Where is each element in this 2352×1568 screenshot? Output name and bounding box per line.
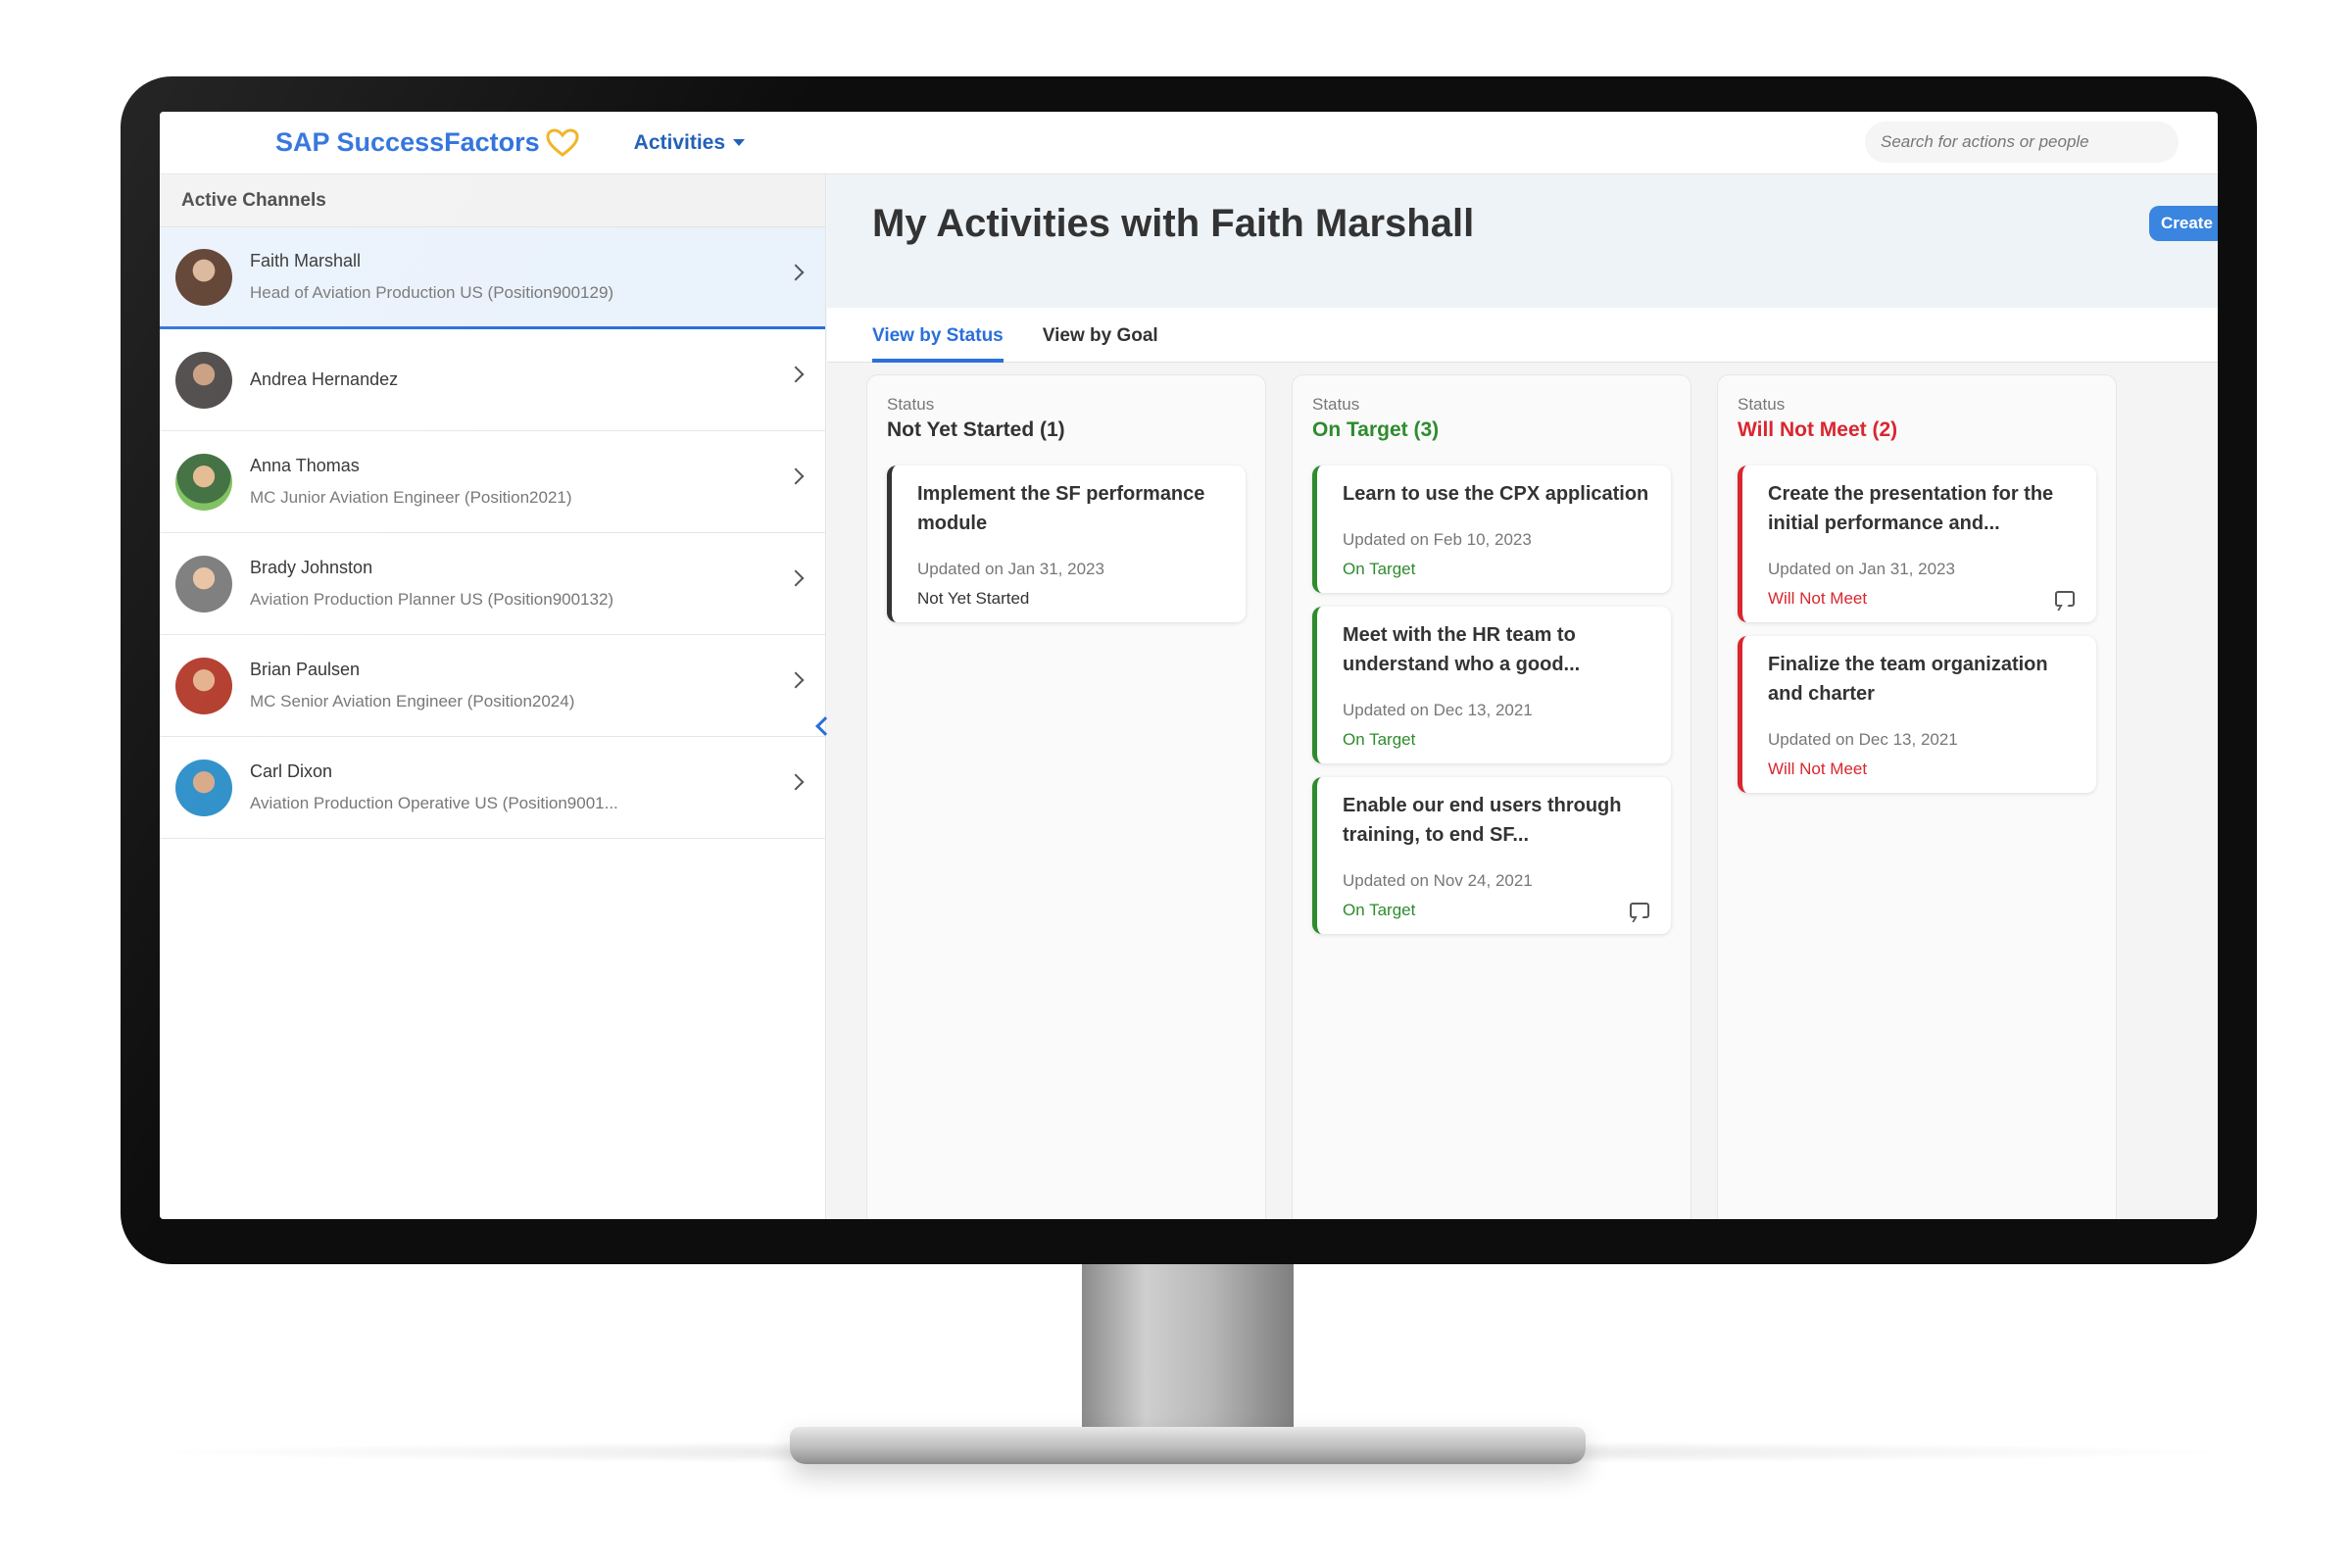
channel-item-faith-marshall[interactable]: Faith Marshall Head of Aviation Producti… <box>160 227 825 329</box>
activity-card[interactable]: Meet with the HR team to understand who … <box>1312 607 1671 763</box>
card-status: On Target <box>1343 560 1416 578</box>
channel-item-anna-thomas[interactable]: Anna Thomas MC Junior Aviation Engineer … <box>160 431 825 533</box>
title-bar: My Activities with Faith Marshall Create <box>827 174 2218 308</box>
activity-card[interactable]: Enable our end users through training, t… <box>1312 777 1671 934</box>
channel-name: Andrea Hernandez <box>250 369 399 389</box>
channel-name: Carl Dixon <box>250 761 333 781</box>
channel-name: Brian Paulsen <box>250 660 361 679</box>
comment-icon[interactable] <box>1630 903 1649 918</box>
channel-subtitle: Head of Aviation Production US (Position… <box>250 283 614 302</box>
column-caption: Status <box>1312 395 1360 414</box>
card-status: On Target <box>1343 730 1416 749</box>
page-title: My Activities with Faith Marshall <box>872 202 1475 245</box>
status-column-on-target: Status On Target (3) Learn to use the CP… <box>1292 374 1691 1219</box>
activity-card[interactable]: Implement the SF performance module Upda… <box>887 466 1246 622</box>
avatar <box>175 555 232 612</box>
tab-view-by-goal[interactable]: View by Goal <box>1043 308 1158 363</box>
card-title: Learn to use the CPX application <box>1343 483 1649 505</box>
activities-menu[interactable]: Activities <box>633 130 746 155</box>
channel-name: Brady Johnston <box>250 558 373 577</box>
card-date: Updated on Dec 13, 2021 <box>1768 730 1958 749</box>
card-date: Updated on Jan 31, 2023 <box>917 560 1104 578</box>
card-title: Enable our end users through training, t… <box>1343 795 1622 846</box>
caret-down-icon <box>733 139 746 146</box>
card-title: Meet with the HR team to understand who … <box>1343 624 1581 675</box>
activity-card[interactable]: Learn to use the CPX application Updated… <box>1312 466 1671 593</box>
channel-name: Anna Thomas <box>250 456 360 475</box>
column-title: On Target (3) <box>1312 418 1440 441</box>
card-date: Updated on Dec 13, 2021 <box>1343 701 1533 719</box>
search-input[interactable] <box>1865 122 2179 163</box>
monitor-stand-neck <box>1082 1262 1294 1437</box>
activity-card[interactable]: Create the presentation for the initial … <box>1738 466 2096 622</box>
logo-text: SAP SuccessFactors <box>275 127 540 157</box>
card-date: Updated on Nov 24, 2021 <box>1343 871 1533 890</box>
card-date: Updated on Jan 31, 2023 <box>1768 560 1955 578</box>
status-board: Status Not Yet Started (1) Implement the… <box>866 374 2117 1219</box>
comment-icon[interactable] <box>2055 591 2075 607</box>
activities-menu-label: Activities <box>633 130 726 154</box>
column-title: Will Not Meet (2) <box>1738 418 1898 441</box>
avatar <box>175 351 232 409</box>
channel-subtitle: MC Senior Aviation Engineer (Position202… <box>250 692 575 710</box>
channel-item-brady-johnston[interactable]: Brady Johnston Aviation Production Plann… <box>160 533 825 635</box>
avatar <box>175 453 232 511</box>
tab-view-by-status[interactable]: View by Status <box>872 308 1004 363</box>
status-column-will-not-meet: Status Will Not Meet (2) Create the pres… <box>1717 374 2117 1219</box>
tab-bar: View by Status View by Goal <box>827 308 2218 363</box>
column-title: Not Yet Started (1) <box>887 418 1065 441</box>
monitor-bezel: SAP SuccessFactors Activities Active Cha… <box>121 76 2257 1264</box>
logo[interactable]: SAP SuccessFactors <box>275 127 579 158</box>
shell-header: SAP SuccessFactors Activities <box>160 112 2218 174</box>
card-status: Will Not Meet <box>1768 589 1868 608</box>
channel-item-brian-paulsen[interactable]: Brian Paulsen MC Senior Aviation Enginee… <box>160 635 825 737</box>
channel-item-andrea-hernandez[interactable]: Andrea Hernandez <box>160 329 825 431</box>
sidebar: Active Channels Faith Marshall Head of A… <box>160 174 826 1219</box>
card-status: Will Not Meet <box>1768 760 1868 778</box>
card-title: Implement the SF performance module <box>917 483 1205 534</box>
card-status: On Target <box>1343 901 1416 919</box>
card-date: Updated on Feb 10, 2023 <box>1343 530 1532 549</box>
card-title: Finalize the team organization and chart… <box>1768 654 2048 705</box>
column-caption: Status <box>1738 395 1786 414</box>
card-title: Create the presentation for the initial … <box>1768 483 2054 534</box>
channel-subtitle: Aviation Production Planner US (Position… <box>250 590 614 609</box>
status-column-not-yet-started: Status Not Yet Started (1) Implement the… <box>866 374 1266 1219</box>
avatar <box>175 657 232 714</box>
avatar <box>175 248 232 306</box>
channel-name: Faith Marshall <box>250 251 362 270</box>
column-caption: Status <box>887 395 935 414</box>
monitor-stand-base <box>790 1427 1586 1464</box>
channel-item-carl-dixon[interactable]: Carl Dixon Aviation Production Operative… <box>160 737 825 839</box>
channel-subtitle: Aviation Production Operative US (Positi… <box>250 794 618 812</box>
activity-card[interactable]: Finalize the team organization and chart… <box>1738 636 2096 793</box>
heart-icon <box>546 127 579 157</box>
screen: SAP SuccessFactors Activities Active Cha… <box>160 112 2218 1219</box>
channel-subtitle: MC Junior Aviation Engineer (Position202… <box>250 488 572 507</box>
sidebar-heading: Active Channels <box>160 174 825 227</box>
create-button[interactable]: Create <box>2149 206 2218 241</box>
card-status: Not Yet Started <box>917 589 1030 608</box>
avatar <box>175 759 232 816</box>
main-content: My Activities with Faith Marshall Create… <box>827 174 2218 1219</box>
